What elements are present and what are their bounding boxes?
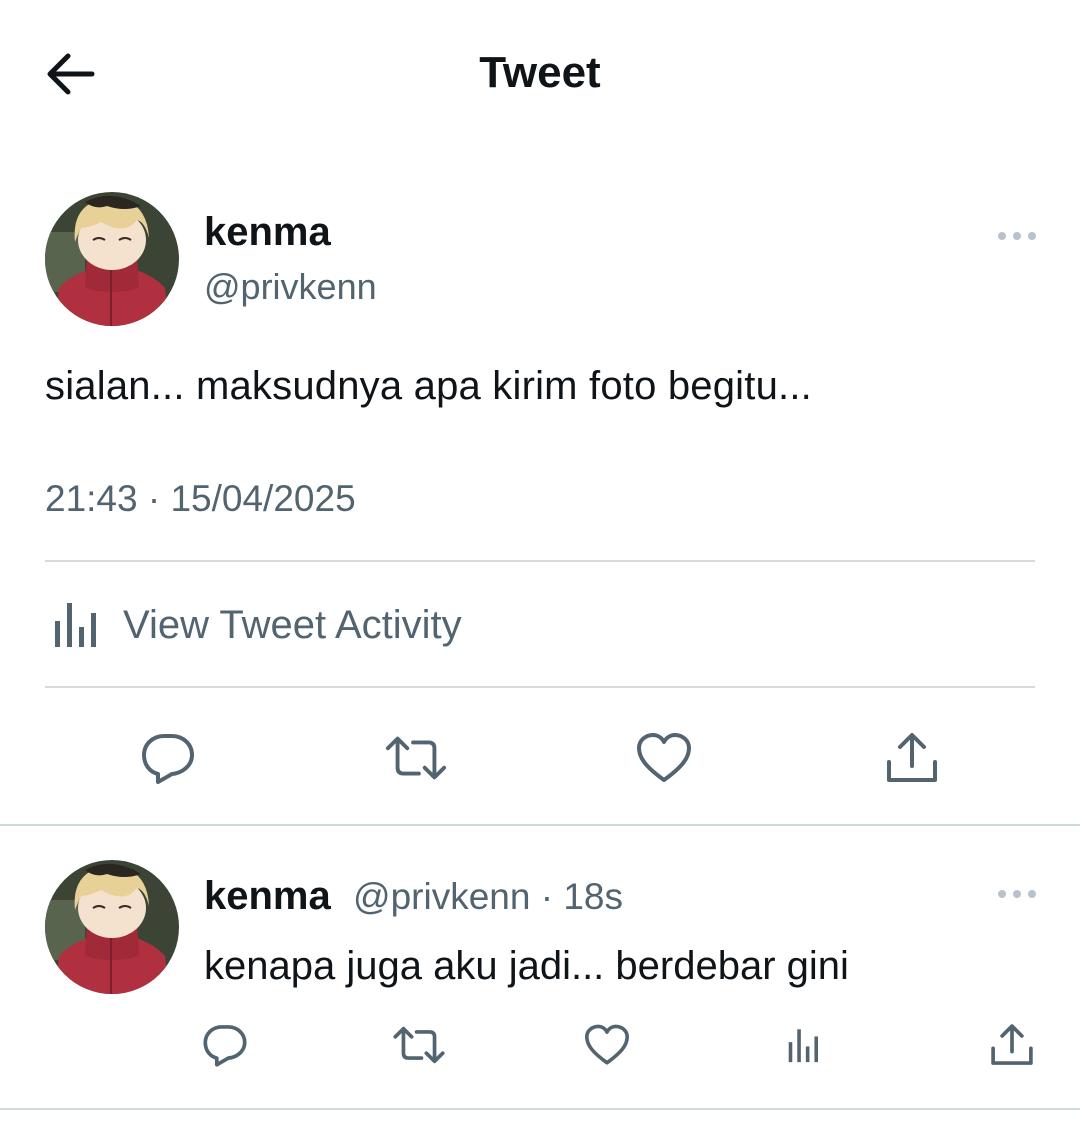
view-tweet-activity-label: View Tweet Activity <box>123 602 462 647</box>
divider <box>45 560 1035 562</box>
share-button[interactable] <box>880 726 944 790</box>
reply-share-button[interactable] <box>985 1018 1039 1072</box>
reply-time-separator: · <box>530 876 564 917</box>
retweet-icon <box>385 736 447 780</box>
reply-analytics-button[interactable] <box>776 1018 830 1072</box>
avatar[interactable] <box>45 860 179 994</box>
author-handle[interactable]: @privkenn <box>204 266 377 308</box>
tweet-text: sialan... maksudnya apa kirim foto begit… <box>45 364 812 408</box>
more-horizontal-icon <box>998 232 1036 240</box>
reply-tweet[interactable]: kenma @privkenn · 18s kenapa juga aku ja… <box>0 826 1080 1110</box>
retweet-button[interactable] <box>384 726 448 790</box>
avatar[interactable] <box>45 192 179 326</box>
reply-like-button[interactable] <box>580 1018 634 1072</box>
like-button[interactable] <box>632 726 696 790</box>
reply-icon <box>203 1025 247 1067</box>
section-divider <box>0 1108 1080 1110</box>
reply-text: kenapa juga aku jadi... berdebar gini <box>204 944 849 988</box>
reply-more-options-button[interactable] <box>987 874 1047 914</box>
like-icon <box>637 733 691 782</box>
reply-retweet-button[interactable] <box>392 1018 446 1072</box>
tweet-timestamp[interactable]: 21:43 · 15/04/2025 <box>45 478 356 520</box>
more-options-button[interactable] <box>987 216 1047 256</box>
main-tweet: kenma @privkenn sialan... maksudnya apa … <box>0 150 1080 826</box>
divider <box>45 686 1035 688</box>
like-icon <box>584 1024 630 1065</box>
analytics-icon <box>55 603 96 647</box>
reply-button[interactable] <box>136 726 200 790</box>
reply-reply-button[interactable] <box>198 1018 252 1072</box>
reply-author-handle[interactable]: @privkenn <box>353 876 530 917</box>
reply-icon <box>142 734 194 784</box>
view-tweet-activity-button[interactable]: View Tweet Activity <box>45 590 462 660</box>
reply-time[interactable]: 18s <box>563 876 623 917</box>
reply-author-name[interactable]: kenma <box>204 874 331 918</box>
analytics-icon <box>788 1029 818 1063</box>
retweet-icon <box>393 1026 445 1064</box>
author-name[interactable]: kenma <box>204 210 331 255</box>
reply-meta: kenma @privkenn · 18s <box>204 874 623 919</box>
page-title: Tweet <box>479 48 601 97</box>
share-icon <box>887 733 937 782</box>
more-horizontal-icon <box>998 890 1036 898</box>
share-icon <box>991 1024 1033 1065</box>
top-bar: Tweet <box>0 0 1080 150</box>
